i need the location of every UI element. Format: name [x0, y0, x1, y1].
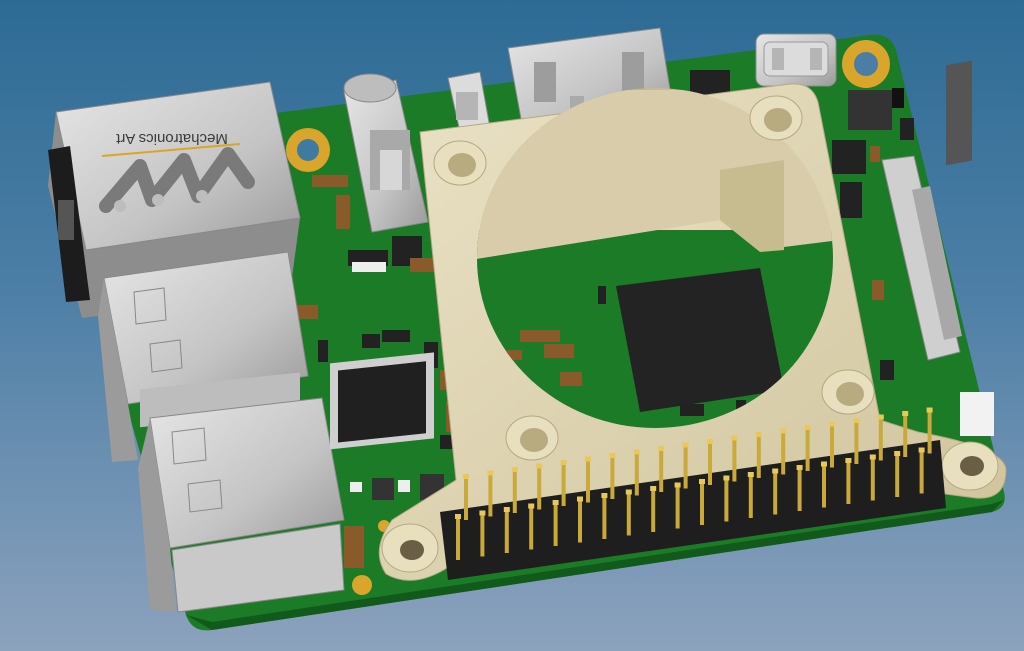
gpio-pin: [805, 427, 810, 471]
gpio-pin-tip: [503, 507, 510, 512]
gpio-pin: [602, 495, 607, 539]
gpio-pin-tip: [463, 474, 469, 479]
gpio-pin-tip: [894, 451, 901, 456]
gpio-pin-tip: [658, 446, 665, 451]
gpio-pin: [700, 481, 704, 525]
gpio-pin: [634, 451, 639, 496]
gpio-pin: [732, 437, 737, 482]
gpio-pin-tip: [755, 432, 762, 437]
gpio-pin: [781, 430, 786, 475]
gpio-pin-tip: [804, 425, 811, 430]
gpio-pin-tip: [528, 503, 535, 509]
gpio-pin-tip: [674, 482, 681, 488]
gpio-pin: [854, 420, 859, 464]
gpio-pin-tip: [723, 475, 730, 481]
gpio-pin-tip: [918, 447, 925, 453]
mount-ear-icon: [381, 523, 439, 573]
gpio-pin: [561, 462, 566, 506]
gpio-pin-tip: [633, 449, 640, 455]
gpio-pin: [553, 502, 558, 546]
gpio-pin-tip: [699, 479, 705, 484]
brand-logo-text: Mechatronics Art: [115, 130, 228, 147]
gpio-pin-tip: [821, 461, 827, 467]
gpio-pin: [610, 455, 615, 499]
gpio-pin-tip: [560, 460, 567, 465]
gpio-pin: [846, 460, 851, 504]
gpio-pin-tip: [585, 456, 591, 462]
gpio-pin-tip: [609, 453, 616, 458]
gpio-pin: [537, 465, 542, 510]
gpio-pin: [708, 441, 712, 485]
cad-viewport[interactable]: Mechatronics Art: [0, 0, 1024, 651]
gpio-pin: [748, 474, 753, 518]
usb-controller-chip: [330, 352, 434, 450]
gpio-pin-tip: [731, 435, 738, 441]
gpio-pin-tip: [650, 486, 657, 491]
gpio-pin-tip: [487, 470, 494, 476]
mounting-hole-icon: [286, 128, 330, 172]
gpio-pin-tip: [682, 442, 689, 448]
raspberry-pi-3d-model[interactable]: Mechatronics Art: [0, 0, 1024, 651]
gpio-pin-tip: [772, 468, 779, 474]
gpio-pin-tip: [869, 454, 876, 460]
gpio-pin: [927, 409, 932, 454]
gpio-pin: [773, 470, 778, 515]
gpio-pin-tip: [577, 496, 583, 502]
screw-boss-icon: [433, 140, 487, 186]
mount-ear-icon: [941, 441, 999, 491]
gpio-pin-tip: [796, 465, 803, 470]
usb-port-lower: [138, 397, 345, 613]
gpio-pin: [578, 498, 582, 543]
gpio-pin: [626, 491, 631, 536]
gpio-pin-tip: [625, 489, 632, 495]
gpio-pin: [659, 448, 664, 492]
gpio-pin: [586, 458, 590, 503]
gpio-pin: [675, 484, 680, 529]
gpio-pin-tip: [536, 463, 543, 469]
gpio-pin-tip: [479, 510, 486, 516]
gpio-pin-tip: [902, 411, 909, 416]
gpio-pin-tip: [853, 418, 860, 423]
gpio-pin: [797, 467, 802, 511]
gpio-pin: [756, 434, 761, 478]
gpio-pin: [830, 423, 834, 468]
gpio-pin: [919, 449, 924, 494]
gpio-pin: [822, 463, 826, 508]
gpio-pin: [504, 509, 509, 553]
soc-chip: [616, 268, 784, 412]
gpio-pin: [512, 469, 517, 513]
gpio-pin: [488, 472, 493, 517]
gpio-pin: [480, 512, 485, 557]
gpio-pin-tip: [552, 500, 559, 505]
gpio-pin: [724, 477, 729, 522]
gpio-pin-tip: [845, 458, 852, 463]
gpio-pin: [529, 505, 534, 550]
gpio-pin: [895, 453, 900, 497]
screw-boss-icon: [505, 415, 559, 461]
gpio-pin: [878, 416, 883, 461]
gpio-pin-tip: [747, 472, 754, 477]
gpio-pin: [870, 456, 875, 501]
gpio-pin-tip: [926, 407, 933, 413]
screw-boss-icon: [821, 369, 875, 415]
gpio-pin-tip: [511, 467, 518, 472]
gpio-pin: [464, 476, 468, 520]
gpio-pin: [683, 444, 688, 489]
gpio-pin-tip: [707, 439, 713, 444]
gpio-pin-tip: [829, 421, 835, 427]
gpio-pin-tip: [601, 493, 608, 498]
gpio-pin-tip: [780, 428, 787, 434]
screw-boss-icon: [749, 95, 803, 141]
mounting-hole-icon: [842, 40, 890, 88]
gpio-pin-tip: [877, 414, 884, 420]
gpio-pin: [456, 516, 460, 560]
gpio-pin-tip: [455, 514, 461, 519]
gpio-pin: [903, 413, 908, 457]
usb-c-power-port: [755, 33, 837, 87]
gpio-pin: [651, 488, 656, 532]
